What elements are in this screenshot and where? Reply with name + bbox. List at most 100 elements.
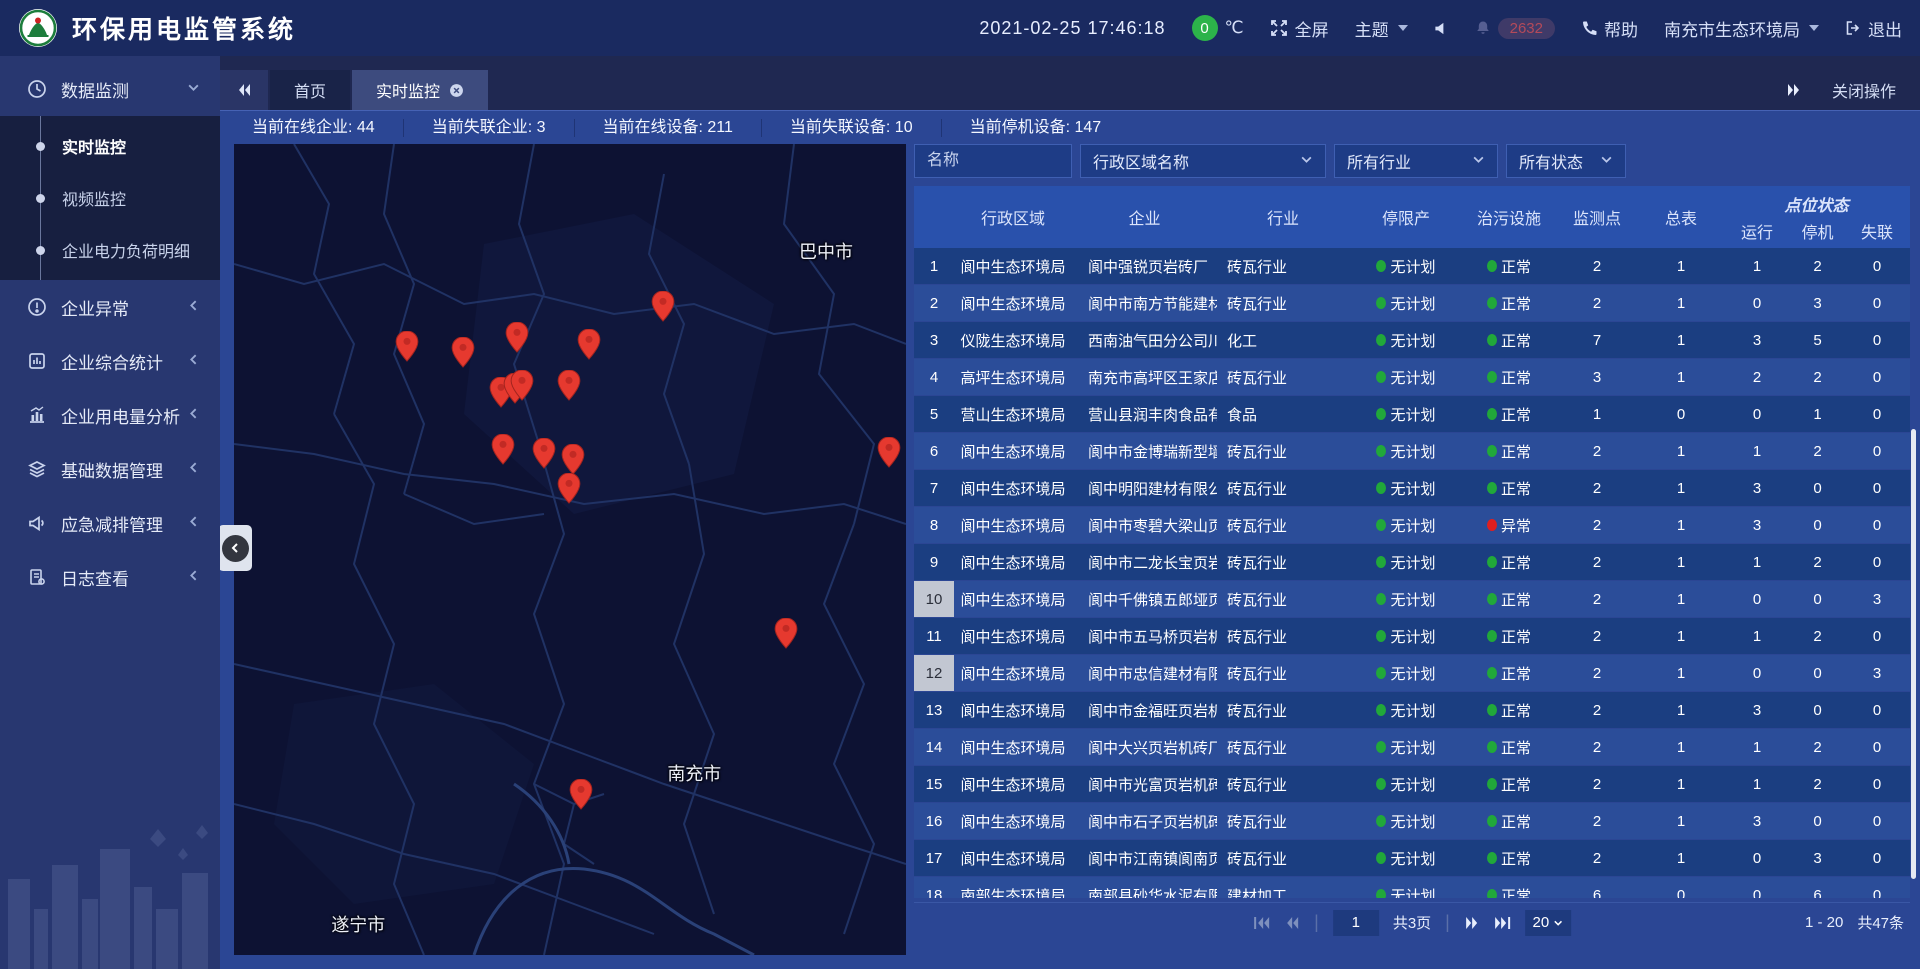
tabs-scroll-left-button[interactable]: [220, 70, 268, 110]
sidebar-subitem-2[interactable]: 企业电力负荷明细: [0, 224, 220, 276]
map-pin-3[interactable]: [578, 329, 601, 360]
cell-production-limit: 无计划: [1349, 877, 1463, 898]
map-pin-14[interactable]: [775, 618, 798, 649]
cell-pollution-facility: 正常: [1463, 729, 1555, 765]
table-row-17[interactable]: 17阆中生态环境局阆中市江南镇阆南页岩砖瓦行业无计划正常21030: [914, 840, 1910, 876]
org-dropdown[interactable]: 南充市生态环境局: [1664, 16, 1819, 41]
map-pin-1[interactable]: [452, 337, 475, 368]
cell-industry: 化工: [1217, 322, 1349, 358]
map-city-label-2: 遂宁市: [331, 911, 385, 937]
sidebar-item-label: 基础数据管理: [61, 457, 163, 482]
cell-industry: 砖瓦行业: [1217, 766, 1349, 802]
cell-running: 0: [1723, 655, 1791, 691]
map-pin-7[interactable]: [511, 370, 534, 401]
cell-pollution-facility: 正常: [1463, 766, 1555, 802]
table-row-4[interactable]: 4高坪生态环境局南充市高坪区王家店建砖瓦行业无计划正常31220: [914, 359, 1910, 395]
cell-total-meters: 1: [1639, 840, 1723, 876]
table-row-3[interactable]: 3仪陇生态环境局西南油气田分公司川中化工无计划正常71350: [914, 322, 1910, 358]
sidebar-subitem-0[interactable]: 实时监控: [0, 120, 220, 172]
map-pin-10[interactable]: [533, 438, 556, 469]
table-row-14[interactable]: 14阆中生态环境局阆中大兴页岩机砖厂砖瓦行业无计划正常21120: [914, 729, 1910, 765]
page-size-select[interactable]: 20: [1525, 910, 1571, 936]
stat-item-2: 当前在线设备: 211: [575, 119, 762, 137]
table-row-10[interactable]: 10阆中生态环境局阆中千佛镇五郎垭页岩砖瓦行业无计划正常21003: [914, 581, 1910, 617]
sidebar-item-2[interactable]: 企业综合统计: [0, 334, 220, 388]
status-dot-icon: [1487, 334, 1497, 346]
last-page-button[interactable]: [1494, 916, 1511, 930]
map-pin-9[interactable]: [492, 434, 515, 465]
map-panel[interactable]: 巴中市南充市遂宁市: [234, 144, 906, 955]
sidebar-item-4[interactable]: 基础数据管理: [0, 442, 220, 496]
map-pin-12[interactable]: [557, 473, 580, 504]
cell-running: 0: [1723, 840, 1791, 876]
name-search-input[interactable]: [914, 144, 1072, 178]
close-operations-button[interactable]: 关闭操作: [1832, 78, 1896, 102]
region-select[interactable]: 行政区域名称: [1080, 144, 1326, 178]
next-page-button[interactable]: [1464, 916, 1480, 930]
sidebar-item-6[interactable]: 日志查看: [0, 550, 220, 604]
logout-button[interactable]: 退出: [1845, 16, 1902, 41]
sidebar-item-1[interactable]: 企业异常: [0, 280, 220, 334]
tab-close-icon[interactable]: [449, 83, 464, 98]
cell-region: 营山生态环境局: [954, 396, 1072, 432]
fullscreen-button[interactable]: 全屏: [1270, 16, 1329, 41]
map-pin-2[interactable]: [505, 322, 528, 353]
cell-production-limit: 无计划: [1349, 544, 1463, 580]
cell-total-meters: 1: [1639, 359, 1723, 395]
tab-bar: 首页实时监控 关闭操作: [220, 56, 1920, 110]
table-row-6[interactable]: 6阆中生态环境局阆中市金博瑞新型墙材砖瓦行业无计划正常21120: [914, 433, 1910, 469]
table-row-8[interactable]: 8阆中生态环境局阆中市枣碧大梁山页岩砖瓦行业无计划异常21300: [914, 507, 1910, 543]
industry-select[interactable]: 所有行业: [1334, 144, 1498, 178]
status-dot-icon: [1487, 704, 1497, 716]
sidebar-item-0[interactable]: 数据监测: [0, 62, 220, 116]
map-collapse-button[interactable]: [218, 525, 252, 571]
table-row-7[interactable]: 7阆中生态环境局阆中明阳建材有限公司砖瓦行业无计划正常21300: [914, 470, 1910, 506]
record-range-label: 1 - 20: [1805, 914, 1843, 931]
table-row-5[interactable]: 5营山生态环境局营山县润丰肉食品有限食品无计划正常10010: [914, 396, 1910, 432]
table-row-9[interactable]: 9阆中生态环境局阆中市二龙长宝页岩砖砖瓦行业无计划正常21120: [914, 544, 1910, 580]
help-button[interactable]: 帮助: [1581, 16, 1638, 41]
map-pin-11[interactable]: [562, 444, 585, 475]
total-pages-label: 共3页: [1393, 912, 1431, 933]
status-dot-icon: [1376, 852, 1386, 864]
first-page-button[interactable]: [1253, 916, 1270, 930]
tabs-scroll-right-icon[interactable]: [1786, 83, 1802, 97]
cell-company: 阆中明阳建材有限公司: [1072, 470, 1217, 506]
scrollbar-thumb[interactable]: [1911, 429, 1916, 879]
table-row-11[interactable]: 11阆中生态环境局阆中市五马桥页岩机砖砖瓦行业无计划正常21120: [914, 618, 1910, 654]
cell-stopped: 2: [1791, 544, 1844, 580]
map-city-label-0: 巴中市: [799, 238, 853, 264]
page-number-input[interactable]: 1: [1333, 910, 1379, 936]
status-select[interactable]: 所有状态: [1506, 144, 1626, 178]
previous-page-button[interactable]: [1284, 916, 1300, 930]
notifications[interactable]: 2632: [1475, 18, 1555, 39]
chevron-down-icon: [1553, 918, 1563, 928]
table-row-18[interactable]: 18南部生态环境局南部县砂华水泥有限公建材加工无计划正常60060: [914, 877, 1910, 898]
table-row-15[interactable]: 15阆中生态环境局阆中市光富页岩机砖厂砖瓦行业无计划正常21120: [914, 766, 1910, 802]
table-row-12[interactable]: 12阆中生态环境局阆中市忠信建材有限公砖瓦行业无计划正常21003: [914, 655, 1910, 691]
cell-company: 阆中市二龙长宝页岩砖: [1072, 544, 1217, 580]
map-pin-0[interactable]: [396, 331, 419, 362]
table-row-16[interactable]: 16阆中生态环境局阆中市石子页岩机砖厂砖瓦行业无计划正常21300: [914, 803, 1910, 839]
map-pin-4[interactable]: [652, 291, 675, 322]
tab-0[interactable]: 首页: [270, 70, 350, 110]
map-pin-15[interactable]: [569, 779, 592, 810]
sidebar-item-label: 企业用电量分析: [61, 403, 180, 428]
sound-button[interactable]: [1434, 21, 1449, 36]
sidebar-subitem-1[interactable]: 视频监控: [0, 172, 220, 224]
cell-row-number: 10: [914, 581, 954, 617]
map-pin-8[interactable]: [557, 370, 580, 401]
table-row-13[interactable]: 13阆中生态环境局阆中市金福旺页岩机砖砖瓦行业无计划正常21300: [914, 692, 1910, 728]
sidebar-item-5[interactable]: 应急减排管理: [0, 496, 220, 550]
cell-monitor-points: 2: [1555, 248, 1639, 284]
cell-total-meters: 1: [1639, 655, 1723, 691]
table-row-2[interactable]: 2阆中生态环境局阆中市南方节能建材有砖瓦行业无计划正常21030: [914, 285, 1910, 321]
table-row-1[interactable]: 1阆中生态环境局阆中强锐页岩砖厂砖瓦行业无计划正常21120: [914, 248, 1910, 284]
cell-running: 1: [1723, 544, 1791, 580]
tab-1[interactable]: 实时监控: [352, 70, 488, 110]
sidebar-item-3[interactable]: 企业用电量分析: [0, 388, 220, 442]
theme-dropdown[interactable]: 主题: [1355, 16, 1408, 41]
cell-row-number: 17: [914, 840, 954, 876]
column-group-label: 点位状态: [1723, 186, 1910, 214]
map-pin-13[interactable]: [877, 437, 900, 468]
